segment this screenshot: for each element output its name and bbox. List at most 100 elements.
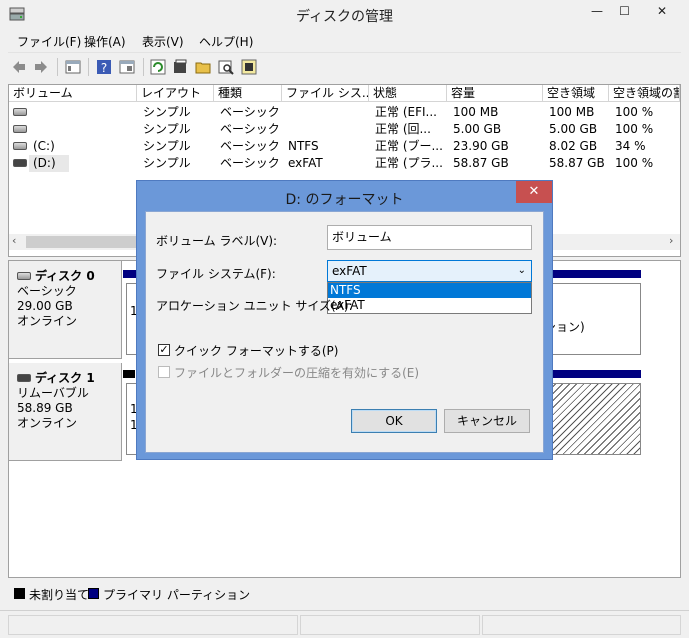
svg-text:?: ? [101, 61, 107, 75]
disk-size: 58.89 GB [17, 401, 73, 415]
column-header-type[interactable]: 種類 [214, 85, 282, 102]
cell-free-pct: 100 % [615, 156, 654, 170]
cell-layout: シンプル [143, 122, 191, 136]
cell-type: ベーシック [220, 122, 280, 136]
filesystem-option-ntfs[interactable]: NTFS [328, 283, 531, 298]
disk-0-label[interactable]: ディスク 0 ベーシック 29.00 GB オンライン [9, 261, 122, 359]
cell-volume: (C:) [33, 139, 55, 153]
menu-file[interactable]: ファイル(F) [17, 33, 81, 50]
disk-kind: リムーバブル [17, 386, 89, 400]
volume-label-input[interactable]: ボリューム [327, 225, 532, 250]
table-row[interactable]: (D:) シンプル ベーシック exFAT 正常 (プラ... 58.87 GB… [9, 155, 680, 172]
cell-layout: シンプル [143, 105, 191, 119]
compression-label: ファイルとフォルダーの圧縮を有効にする(E) [174, 366, 420, 380]
disk-0-partition-c[interactable]: ション) [541, 283, 641, 355]
title-bar: ディスクの管理 — ☐ ✕ [0, 0, 689, 30]
maximize-button[interactable]: ☐ [611, 0, 638, 22]
scroll-left-icon[interactable]: ‹ [12, 234, 16, 247]
cell-capacity: 58.87 GB [453, 156, 509, 170]
menu-action[interactable]: 操作(A) [84, 33, 126, 50]
quick-format-checkbox[interactable]: ✓ [158, 344, 170, 356]
chevron-down-icon: ⌄ [517, 265, 526, 276]
column-header-filesystem[interactable]: ファイル シス... [282, 85, 369, 102]
console-tree-icon[interactable] [65, 59, 81, 75]
filesystem-selected-value: exFAT [332, 264, 367, 278]
table-row[interactable]: シンプル ベーシック 正常 (EFI... 100 MB 100 MB 100 … [9, 104, 680, 121]
disk-1-partition-bar [541, 370, 641, 378]
legend-primary-swatch [88, 588, 99, 599]
cell-capacity: 23.90 GB [453, 139, 509, 153]
cell-free: 58.87 GB [549, 156, 605, 170]
disk-state: オンライン [17, 416, 78, 430]
column-header-free-pct[interactable]: 空き領域の割 [609, 85, 680, 102]
cell-type: ベーシック [220, 156, 280, 170]
cell-status: 正常 (プラ... [375, 156, 443, 170]
legend-primary-label: プライマリ パーティション [103, 588, 251, 602]
removable-drive-icon [13, 159, 27, 167]
menu-bar: ファイル(F) 操作(A) 表示(V) ヘルプ(H) [8, 31, 681, 51]
settings-icon[interactable] [241, 59, 257, 75]
cell-free-pct: 100 % [615, 122, 654, 136]
filesystem-select[interactable]: exFAT ⌄ [327, 260, 532, 282]
close-button[interactable]: ✕ [639, 0, 685, 22]
column-header-layout[interactable]: レイアウト [137, 85, 214, 102]
format-dialog: D: のフォーマット ✕ ボリューム ラベル(V): ボリューム ファイル シス… [136, 180, 553, 460]
cell-free: 8.02 GB [549, 139, 598, 153]
disk-1-label[interactable]: ディスク 1 リムーバブル 58.89 GB オンライン [9, 363, 122, 461]
removable-disk-icon [17, 374, 31, 382]
drive-icon [13, 142, 27, 150]
disk-state: オンライン [17, 314, 78, 328]
cell-filesystem: exFAT [288, 156, 323, 170]
toolbar-separator [57, 58, 58, 76]
table-row[interactable]: シンプル ベーシック 正常 (回... 5.00 GB 5.00 GB 100 … [9, 121, 680, 138]
status-cell [8, 615, 298, 635]
toolbar: ? [8, 52, 681, 80]
properties-icon[interactable] [172, 59, 188, 75]
disk-1-unallocated-bar [123, 370, 135, 378]
compression-checkbox[interactable] [158, 366, 170, 378]
column-header-volume[interactable]: ボリューム [9, 85, 137, 102]
quick-format-label: クイック フォーマットする(P) [174, 344, 339, 358]
column-header-status[interactable]: 状態 [369, 85, 447, 102]
table-row[interactable]: (C:) シンプル ベーシック NTFS 正常 (ブー... 23.90 GB … [9, 138, 680, 155]
cell-volume: (D:) [29, 155, 69, 172]
help-icon[interactable]: ? [96, 59, 112, 75]
forward-arrow-icon[interactable] [33, 59, 49, 75]
disk-name: ディスク 1 [35, 371, 95, 385]
properties-view-icon[interactable] [119, 59, 135, 75]
cell-free-pct: 100 % [615, 105, 654, 119]
drive-icon [13, 125, 27, 133]
column-header-free[interactable]: 空き領域 [543, 85, 609, 102]
dialog-close-button[interactable]: ✕ [516, 181, 552, 203]
explore-icon[interactable] [218, 59, 234, 75]
cell-type: ベーシック [220, 105, 280, 119]
cell-status: 正常 (ブー... [375, 139, 443, 153]
cancel-button[interactable]: キャンセル [444, 409, 530, 433]
dialog-title: D: のフォーマット [285, 192, 404, 208]
disk-size: 29.00 GB [17, 299, 73, 313]
column-header-capacity[interactable]: 容量 [447, 85, 543, 102]
status-bar [0, 610, 689, 638]
minimize-button[interactable]: — [584, 0, 610, 22]
filesystem-option-exfat[interactable]: exFAT [328, 298, 531, 313]
open-folder-icon[interactable] [195, 59, 211, 75]
refresh-icon[interactable] [150, 59, 166, 75]
menu-view[interactable]: 表示(V) [142, 33, 184, 50]
toolbar-separator [143, 58, 144, 76]
volume-table-header: ボリューム レイアウト 種類 ファイル シス... 状態 容量 空き領域 空き領… [9, 85, 680, 102]
scroll-right-icon[interactable]: › [669, 234, 673, 247]
ok-button[interactable]: OK [351, 409, 437, 433]
back-arrow-icon[interactable] [11, 59, 27, 75]
cell-filesystem: NTFS [288, 139, 319, 153]
disk-1-selected-partition[interactable] [541, 383, 641, 455]
cell-layout: シンプル [143, 139, 191, 153]
dialog-body: ボリューム ラベル(V): ボリューム ファイル システム(F): exFAT … [145, 211, 544, 453]
status-cell [300, 615, 480, 635]
legend: 未割り当て プライマリ パーティション [8, 584, 681, 604]
cell-capacity: 100 MB [453, 105, 499, 119]
menu-help[interactable]: ヘルプ(H) [199, 33, 253, 50]
toolbar-separator [88, 58, 89, 76]
allocation-unit-label: アロケーション ユニット サイズ(A): [156, 299, 353, 313]
cell-volume [29, 121, 137, 138]
cell-capacity: 5.00 GB [453, 122, 502, 136]
